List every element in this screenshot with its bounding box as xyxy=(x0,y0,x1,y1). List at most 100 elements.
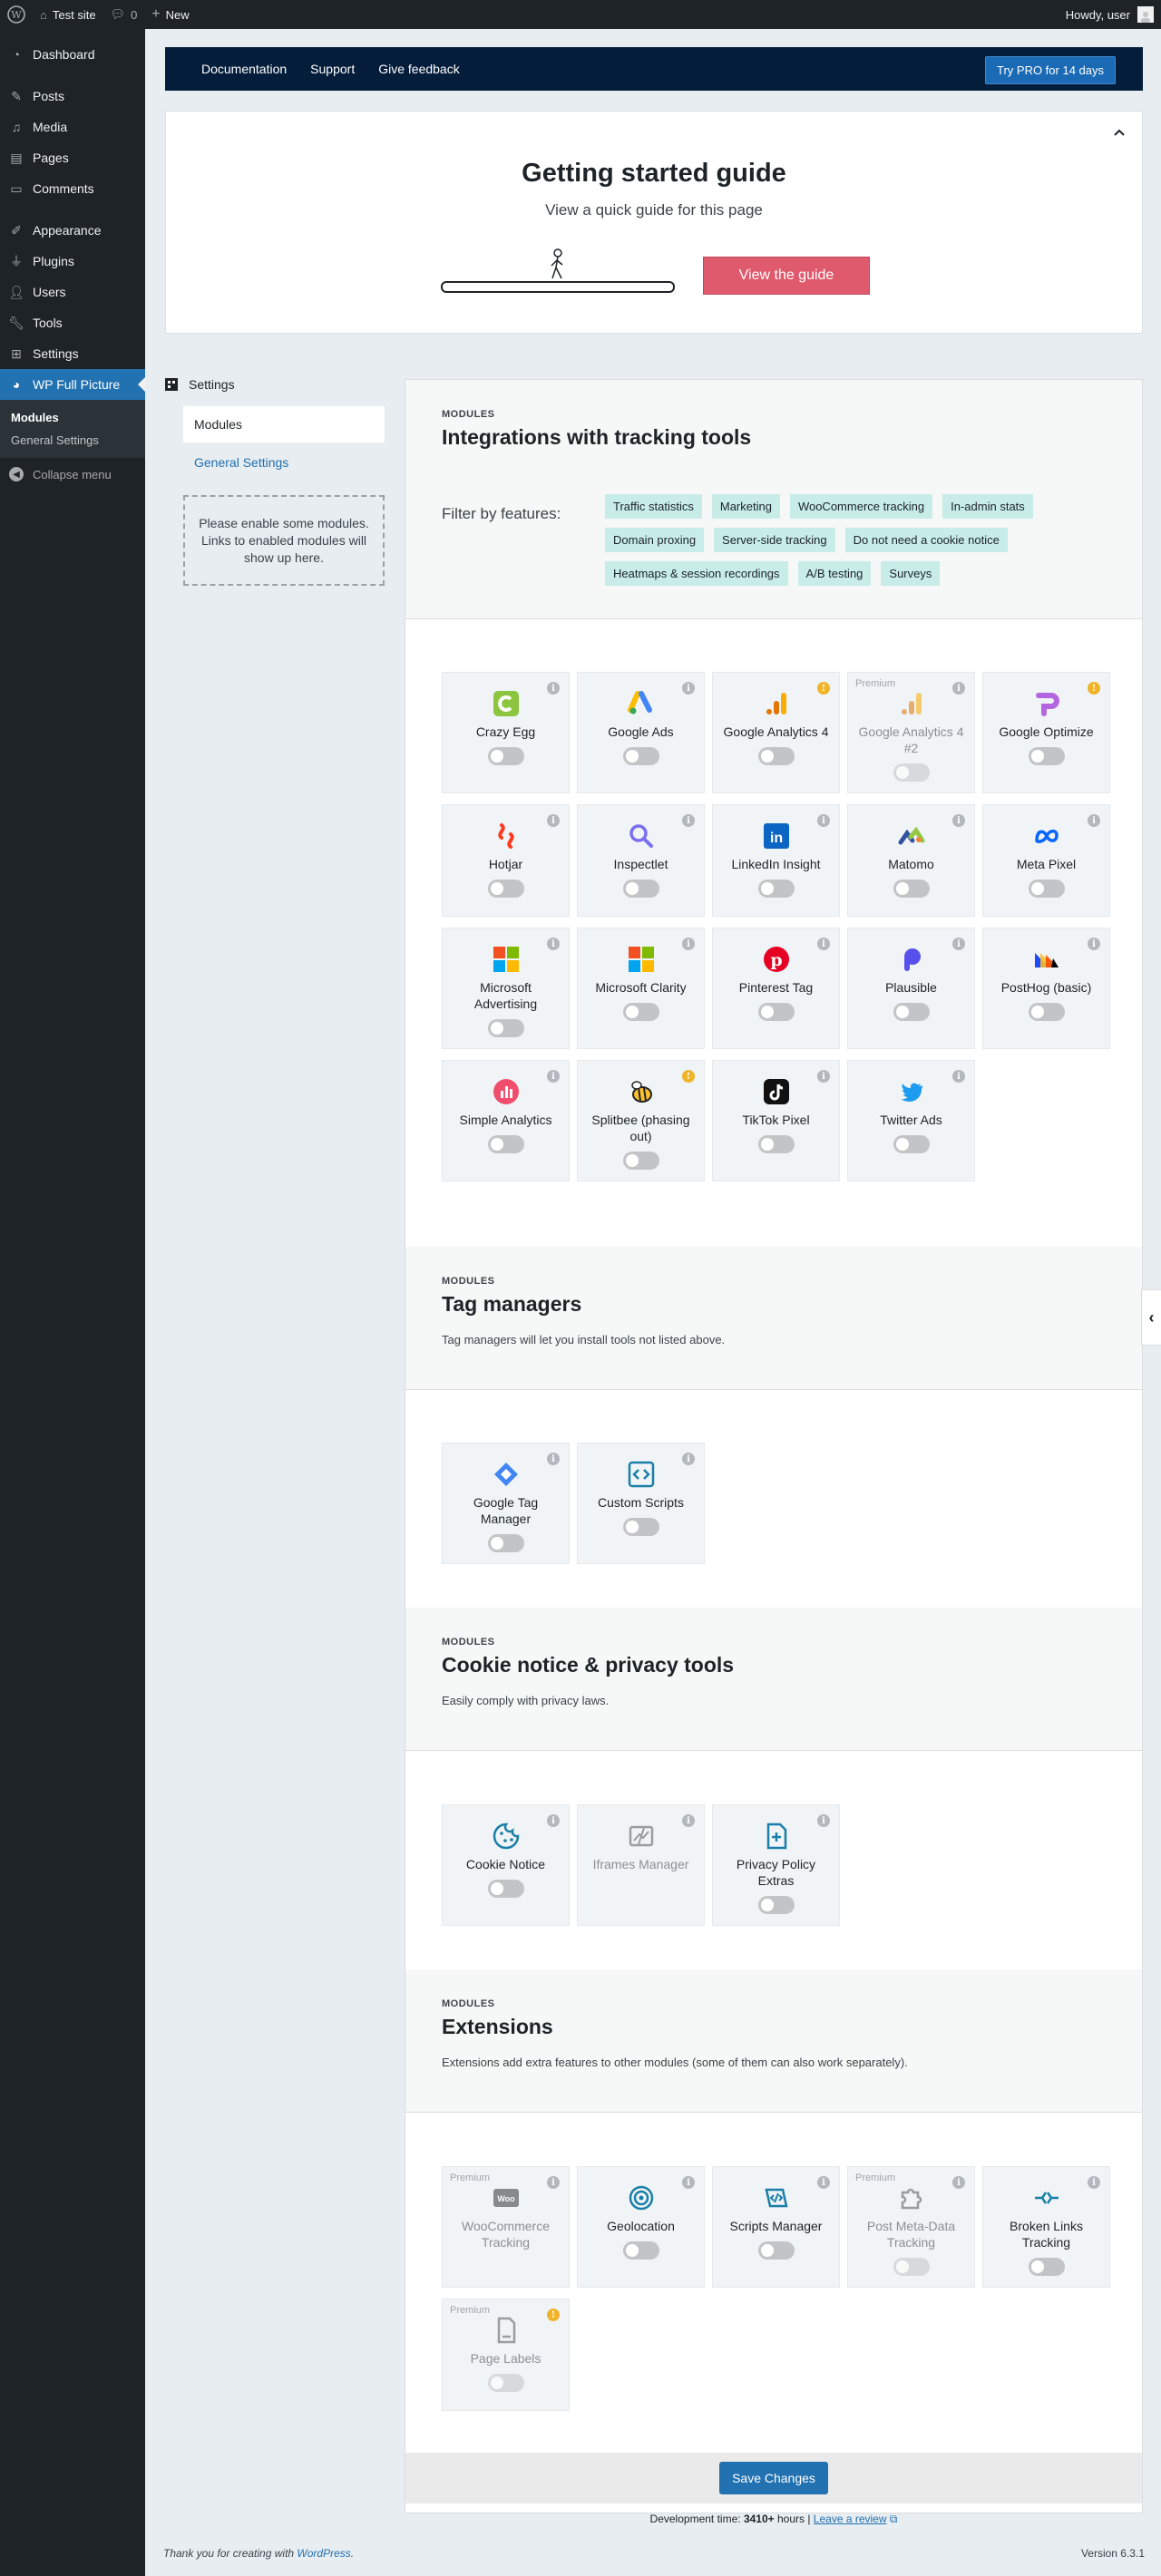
info-icon[interactable]: i xyxy=(1088,938,1100,950)
site-name-link[interactable]: ⌂ Test site xyxy=(33,0,103,29)
module-toggle[interactable] xyxy=(757,747,795,765)
new-content-link[interactable]: + New xyxy=(144,0,196,29)
module-toggle[interactable] xyxy=(757,1896,795,1914)
module-toggle[interactable] xyxy=(893,880,930,898)
warning-icon[interactable]: ! xyxy=(817,682,830,695)
filter-chip[interactable]: A/B testing xyxy=(797,561,872,586)
support-link[interactable]: Support xyxy=(310,62,355,76)
module-toggle[interactable] xyxy=(487,2374,524,2392)
wordpress-logo-icon[interactable]: W xyxy=(0,0,33,29)
module-toggle[interactable] xyxy=(1028,2258,1065,2276)
info-icon[interactable]: i xyxy=(547,1814,560,1827)
menu-item-media[interactable]: ♫ Media xyxy=(0,112,145,142)
info-icon[interactable]: i xyxy=(952,2176,965,2189)
menu-item-pages[interactable]: ▤ Pages xyxy=(0,142,145,173)
module-toggle[interactable] xyxy=(893,1003,930,1021)
menu-item-posts[interactable]: ✎ Posts xyxy=(0,81,145,112)
info-icon[interactable]: i xyxy=(817,1814,830,1827)
info-icon[interactable]: i xyxy=(817,938,830,950)
module-toggle[interactable] xyxy=(1028,880,1065,898)
info-icon[interactable]: i xyxy=(547,938,560,950)
info-icon[interactable]: i xyxy=(682,814,695,827)
account-menu[interactable]: Howdy, user xyxy=(1066,6,1161,23)
menu-item-appearance[interactable]: ✐ Appearance xyxy=(0,215,145,246)
filter-chip[interactable]: Marketing xyxy=(711,494,780,519)
info-icon[interactable]: i xyxy=(952,1070,965,1083)
info-icon[interactable]: i xyxy=(682,1453,695,1465)
info-icon[interactable]: i xyxy=(817,814,830,827)
module-toggle[interactable] xyxy=(1028,747,1065,765)
filter-chip[interactable]: Domain proxing xyxy=(605,528,705,552)
module-toggle[interactable] xyxy=(757,880,795,898)
menu-item-plugins[interactable]: ⏚ Plugins xyxy=(0,246,145,277)
module-toggle[interactable] xyxy=(487,1534,524,1552)
module-toggle[interactable] xyxy=(622,880,659,898)
try-pro-button[interactable]: Try PRO for 14 days xyxy=(985,56,1116,84)
module-toggle[interactable] xyxy=(487,880,524,898)
info-icon[interactable]: i xyxy=(547,682,560,695)
info-icon[interactable]: i xyxy=(682,682,695,695)
wordpress-link[interactable]: WordPress xyxy=(297,2547,350,2560)
give-feedback-link[interactable]: Give feedback xyxy=(378,62,460,76)
module-toggle[interactable] xyxy=(1028,1003,1065,1021)
module-toggle[interactable] xyxy=(622,2241,659,2260)
info-icon[interactable]: i xyxy=(682,938,695,950)
module-toggle[interactable] xyxy=(487,747,524,765)
info-icon[interactable]: i xyxy=(952,938,965,950)
info-icon[interactable]: i xyxy=(547,814,560,827)
menu-item-tools[interactable]: 🔧︎ Tools xyxy=(0,307,145,338)
submenu-item-modules[interactable]: Modules xyxy=(0,406,145,429)
module-toggle[interactable] xyxy=(622,1518,659,1536)
info-icon[interactable]: i xyxy=(682,1814,695,1827)
module-toggle[interactable] xyxy=(893,2258,930,2276)
warning-icon[interactable]: ! xyxy=(547,2309,560,2321)
module-toggle[interactable] xyxy=(622,747,659,765)
menu-item-settings[interactable]: ⊞ Settings xyxy=(0,338,145,369)
menu-item-wp-full-picture[interactable]: ◕ WP Full Picture xyxy=(0,369,145,400)
collapse-menu-button[interactable]: ◀ Collapse menu xyxy=(0,458,145,491)
info-icon[interactable]: i xyxy=(952,814,965,827)
documentation-link[interactable]: Documentation xyxy=(201,62,287,76)
leave-review-link[interactable]: Leave a review xyxy=(814,2513,887,2525)
module-toggle[interactable] xyxy=(622,1003,659,1021)
menu-item-users[interactable]: 👤︎ Users xyxy=(0,277,145,307)
submenu-item-general-settings[interactable]: General Settings xyxy=(0,429,145,452)
filter-chip[interactable]: Surveys xyxy=(881,561,941,586)
module-toggle[interactable] xyxy=(893,763,930,782)
filter-chip[interactable]: Traffic statistics xyxy=(605,494,702,519)
chevron-up-icon[interactable] xyxy=(1113,126,1126,139)
menu-item-comments[interactable]: ▭ Comments xyxy=(0,173,145,204)
info-icon[interactable]: i xyxy=(547,2176,560,2189)
info-icon[interactable]: i xyxy=(817,2176,830,2189)
module-toggle[interactable] xyxy=(487,1880,524,1898)
view-guide-button[interactable]: View the guide xyxy=(703,257,870,295)
info-icon[interactable]: i xyxy=(682,2176,695,2189)
menu-item-dashboard[interactable]: ◔ Dashboard xyxy=(0,39,145,70)
woo-icon: Woo xyxy=(492,2183,521,2212)
filter-chip[interactable]: In-admin stats xyxy=(942,494,1033,519)
side-nav-modules[interactable]: Modules xyxy=(183,406,385,442)
filter-chip[interactable]: Server-side tracking xyxy=(714,528,835,552)
info-icon[interactable]: i xyxy=(817,1070,830,1083)
info-icon[interactable]: i xyxy=(952,682,965,695)
side-toggle-tab[interactable]: ‹ xyxy=(1141,1289,1161,1346)
info-icon[interactable]: i xyxy=(1088,814,1100,827)
warning-icon[interactable]: ! xyxy=(1088,682,1100,695)
module-toggle[interactable] xyxy=(757,1135,795,1153)
filter-chip[interactable]: Heatmaps & session recordings xyxy=(605,561,788,586)
save-changes-button[interactable]: Save Changes xyxy=(719,2462,828,2494)
filter-chip[interactable]: Do not need a cookie notice xyxy=(844,528,1008,552)
info-icon[interactable]: i xyxy=(547,1453,560,1465)
module-toggle[interactable] xyxy=(487,1019,524,1037)
module-toggle[interactable] xyxy=(757,1003,795,1021)
module-toggle[interactable] xyxy=(757,2241,795,2260)
info-icon[interactable]: i xyxy=(1088,2176,1100,2189)
comments-link[interactable]: 💬︎ 0 xyxy=(103,0,145,29)
info-icon[interactable]: i xyxy=(547,1070,560,1083)
module-toggle[interactable] xyxy=(622,1152,659,1170)
warning-icon[interactable]: ! xyxy=(682,1070,695,1083)
filter-chip[interactable]: WooCommerce tracking xyxy=(789,494,933,519)
side-nav-general-settings[interactable]: General Settings xyxy=(194,455,385,470)
module-toggle[interactable] xyxy=(487,1135,524,1153)
module-toggle[interactable] xyxy=(893,1135,930,1153)
